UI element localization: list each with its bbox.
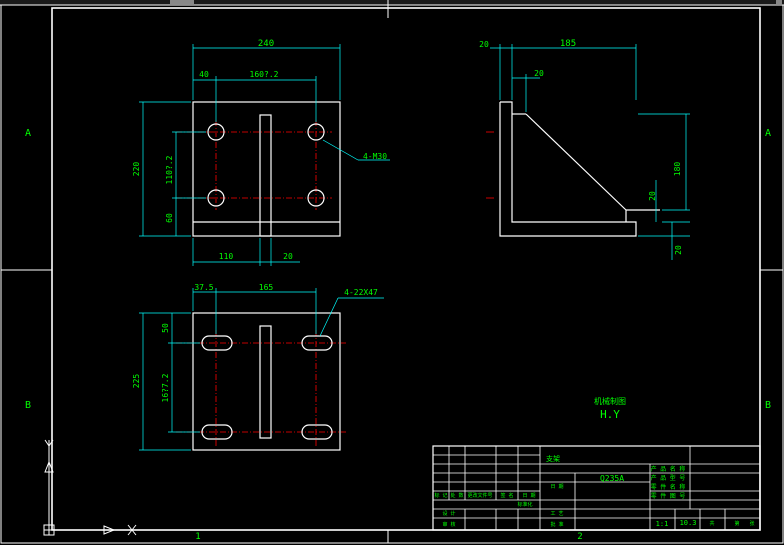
tb-row-3: 签 名 [500,492,513,499]
tb-weight: 10.3 [680,519,697,527]
column-label-2: 2 [577,532,582,542]
tb-r-col1-3: 零 件 图 号 [651,492,686,500]
tb-part-name: 支架 [546,454,560,463]
side-dim-height: 180 [673,162,682,177]
tb-approve: 批 准 [550,521,563,528]
top-dim-top-edge: 50 [161,323,170,333]
top-dim-left-offset: 37.5 [194,283,213,292]
dim-rib-width: 20 [283,252,293,261]
side-dim-top-width: 185 [560,39,576,49]
top-dim-slot-spacing: 165 [259,283,274,292]
tb-row-4: 日 期 [522,493,535,499]
dim-hole-offset: 40 [199,70,209,79]
side-dim-rib-offset: 20 [534,69,544,78]
side-dim-base-thickness: 20 [674,245,683,255]
tb-r-col1-2: 零 件 名 称 [651,483,686,491]
tb-row-1: 处 数 [450,492,463,499]
dim-overall-width: 240 [258,39,274,49]
tb-page: 第 [734,520,739,527]
slot-note: 4-22X47 [344,288,378,297]
tb-sheet: 共 [709,520,714,527]
top-dim-height: 225 [132,374,141,389]
tb-r-col1-0: 产 品 名 称 [651,465,686,473]
background [0,0,784,545]
cad-drawing-canvas[interactable]: A B A B 1 2 240 40 160?.2 220 110?.2 60 … [0,0,784,545]
tb-row-2: 更改文件号 [467,492,492,499]
dim-hole-spacing: 160?.2 [250,70,279,79]
hole-note: 4-M30 [363,152,387,161]
dim-bottom-edge: 60 [165,213,174,223]
tb-r-col1-1: 产 品 型 号 [651,474,686,482]
top-dim-inner-height: 16?7.2 [161,373,170,402]
drawing-label-line2: H.Y [600,408,620,421]
tb-designer: 设 计 [442,510,455,517]
tb-material: Q235A [600,474,624,483]
tb-checker: 审 核 [442,521,455,528]
tb-standard: 标准化 [517,501,532,508]
column-label-1: 1 [195,532,200,542]
zone-label-b-right: B [765,400,771,411]
tb-row-0: 标 记 [434,492,447,499]
dim-height: 220 [132,162,141,177]
drawing-label-line1: 机械制图 [594,396,626,406]
tb-zhang: 张 [749,520,754,527]
zone-label-a-left: A [25,128,31,139]
zone-label-b-left: B [25,400,31,411]
side-dim-top-left: 20 [479,40,489,49]
dim-inner-height: 110?.2 [165,155,174,184]
zone-label-a-right: A [765,128,771,139]
top-ruler [0,0,784,6]
dim-bottom-left: 110 [219,252,234,261]
tb-date-label: 日 期 [550,484,563,490]
tb-craft: 工 艺 [550,511,563,517]
side-dim-foot-height: 20 [648,191,657,201]
tb-scale: 1:1 [656,520,669,528]
